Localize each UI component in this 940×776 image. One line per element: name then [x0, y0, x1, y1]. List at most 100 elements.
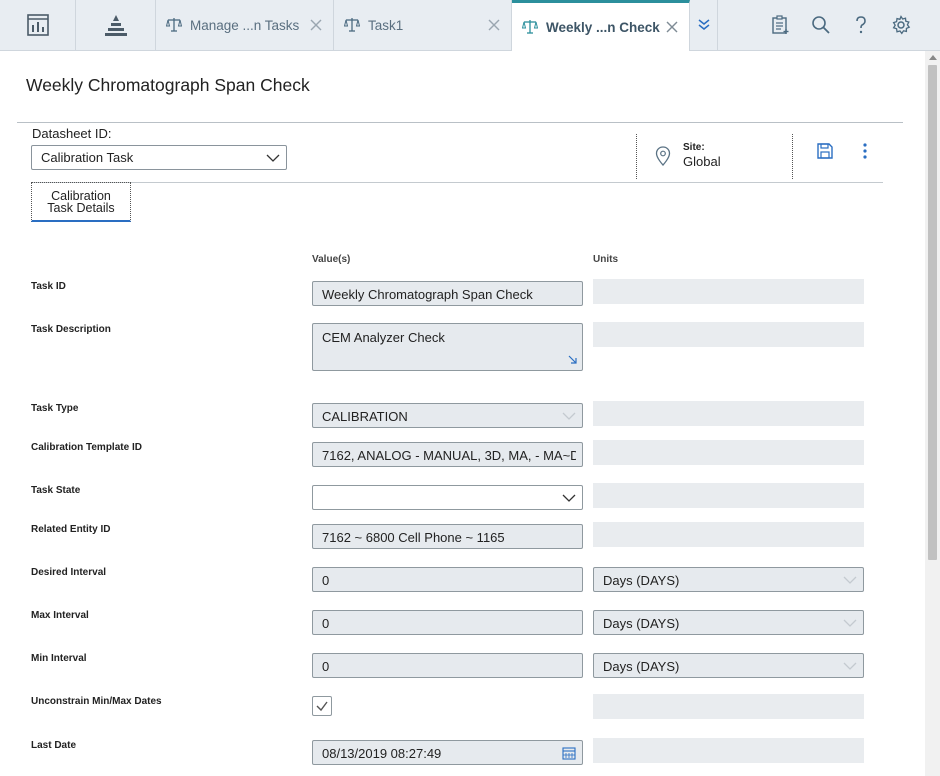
header-separator	[636, 134, 637, 179]
help-button[interactable]	[848, 12, 874, 38]
search-icon	[812, 16, 830, 34]
task-type-label: Task Type	[31, 403, 79, 414]
help-icon	[856, 16, 866, 34]
last-date-field[interactable]: 08/13/2019 08:27:49	[312, 740, 583, 765]
related-entity-id-field[interactable]: 7162 ~ 6800 Cell Phone ~ 1165	[312, 524, 583, 549]
last-date-units	[593, 738, 864, 763]
close-icon[interactable]	[663, 18, 681, 36]
task-id-label: Task ID	[31, 281, 66, 292]
chevron-down-icon	[562, 494, 576, 502]
tab-label: Manage ...n Tasks	[190, 17, 300, 33]
hierarchy-icon	[104, 15, 127, 36]
top-bar: Manage ...n Tasks Task1 Weekly ...n Chec	[0, 0, 940, 51]
desired-interval-field[interactable]: 0	[312, 567, 583, 592]
max-interval-unit-select[interactable]: Days (DAYS)	[593, 610, 864, 635]
tab-label: Weekly ...n Check	[546, 19, 660, 35]
calendar-icon[interactable]	[562, 746, 576, 760]
last-date-label: Last Date	[31, 740, 77, 751]
tab-manage-tasks[interactable]: Manage ...n Tasks	[156, 0, 334, 50]
search-button[interactable]	[808, 12, 834, 38]
task-description-units	[593, 322, 864, 347]
dashboard-button[interactable]	[0, 0, 76, 50]
double-chevron-down-icon	[698, 19, 709, 30]
tab-label: Task1	[368, 17, 404, 33]
datasheet-select[interactable]: Calibration Task	[31, 145, 287, 170]
last-date-value: 08/13/2019 08:27:49	[322, 746, 442, 761]
units-column-header: Units	[593, 254, 618, 265]
unconstrain-dates-checkbox[interactable]	[312, 696, 332, 716]
close-icon[interactable]	[307, 16, 325, 34]
related-entity-id-label: Related Entity ID	[31, 524, 111, 535]
chevron-down-icon	[843, 619, 857, 627]
task-id-value: Weekly Chromatograph Span Check	[322, 287, 533, 302]
min-interval-value: 0	[322, 659, 330, 674]
location-pin-icon	[655, 146, 671, 166]
gear-icon	[892, 15, 911, 35]
scale-icon	[344, 18, 360, 32]
calibration-template-id-label: Calibration Template ID	[31, 442, 142, 453]
calibration-template-id-field[interactable]: 7162, ANALOG - MANUAL, 3D, MA, - MA~Devi…	[312, 442, 583, 467]
checkmark-icon	[316, 701, 328, 712]
asset-hierarchy-button[interactable]	[76, 0, 156, 50]
save-icon[interactable]	[816, 142, 834, 160]
header-separator	[792, 134, 793, 179]
task-description-value: CEM Analyzer Check	[322, 330, 445, 345]
calibration-template-id-value: 7162, ANALOG - MANUAL, 3D, MA, - MA~Devi…	[322, 448, 576, 463]
task-type-value: CALIBRATION	[322, 409, 408, 424]
max-interval-unit: Days (DAYS)	[603, 616, 680, 631]
desired-interval-label: Desired Interval	[31, 567, 107, 578]
task-type-select[interactable]: CALIBRATION	[312, 403, 583, 428]
scale-icon	[166, 18, 182, 32]
task-id-field[interactable]: Weekly Chromatograph Span Check	[312, 281, 583, 306]
tab-weekly-check[interactable]: Weekly ...n Check	[512, 0, 690, 51]
desired-interval-unit-select[interactable]: Days (DAYS)	[593, 567, 864, 592]
min-interval-unit-select[interactable]: Days (DAYS)	[593, 653, 864, 678]
task-state-select[interactable]	[312, 485, 583, 510]
values-column-header: Value(s)	[312, 254, 351, 265]
min-interval-unit: Days (DAYS)	[603, 659, 680, 674]
tab-task1[interactable]: Task1	[334, 0, 512, 50]
page-title: Weekly Chromatograph Span Check	[26, 75, 310, 95]
tab-calibration-task-details[interactable]: Calibration Task Details	[31, 182, 131, 222]
site-value: Global	[683, 154, 721, 169]
vertical-scrollbar[interactable]	[925, 51, 940, 776]
expand-arrow-icon[interactable]	[568, 355, 578, 365]
more-vertical-icon[interactable]	[857, 142, 873, 160]
related-entity-id-value: 7162 ~ 6800 Cell Phone ~ 1165	[322, 530, 505, 545]
task-id-units	[593, 279, 864, 304]
chevron-down-icon	[843, 662, 857, 670]
desired-interval-unit: Days (DAYS)	[603, 573, 680, 588]
close-icon[interactable]	[485, 16, 503, 34]
max-interval-field[interactable]: 0	[312, 610, 583, 635]
related-entity-id-units	[593, 522, 864, 547]
calibration-template-id-units	[593, 440, 864, 465]
chevron-down-icon	[266, 154, 280, 162]
chevron-down-icon	[562, 412, 576, 420]
section-divider	[31, 182, 883, 183]
datasheet-label: Datasheet ID:	[32, 126, 112, 141]
more-tabs-button[interactable]	[690, 0, 718, 50]
scrollbar-thumb[interactable]	[928, 65, 937, 560]
task-type-units	[593, 401, 864, 426]
settings-button[interactable]	[888, 12, 914, 38]
section-tab-line2: Task Details	[47, 201, 115, 215]
task-description-field[interactable]: CEM Analyzer Check	[312, 323, 583, 371]
unconstrain-dates-label: Unconstrain Min/Max Dates	[31, 696, 162, 707]
chevron-down-icon	[843, 576, 857, 584]
scroll-up-arrow-icon[interactable]	[929, 55, 937, 60]
desired-interval-value: 0	[322, 573, 330, 588]
scale-icon	[522, 20, 538, 34]
min-interval-label: Min Interval	[31, 653, 87, 664]
max-interval-value: 0	[322, 616, 330, 631]
task-state-label: Task State	[31, 485, 81, 496]
clipboard-icon	[772, 15, 789, 34]
task-description-label: Task Description	[31, 324, 111, 335]
task-state-units	[593, 483, 864, 508]
min-interval-field[interactable]: 0	[312, 653, 583, 678]
unconstrain-dates-units	[593, 694, 864, 719]
task-list-button[interactable]	[767, 12, 793, 38]
datasheet-value: Calibration Task	[41, 150, 134, 165]
dashboard-icon	[26, 14, 49, 36]
max-interval-label: Max Interval	[31, 610, 89, 621]
site-label: Site:	[683, 142, 705, 153]
